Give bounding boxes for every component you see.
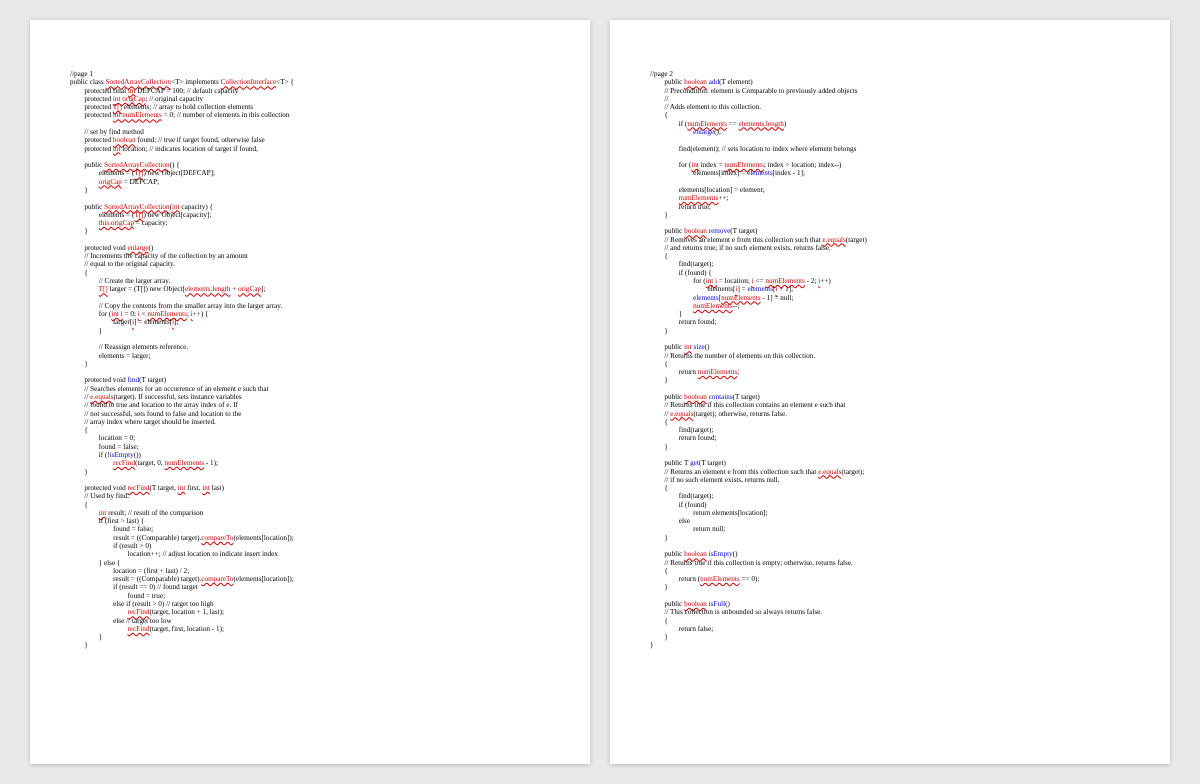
page-2-code: public boolean add(T element) // Precond… bbox=[650, 78, 1130, 649]
document-page-1: //page 1 public class SortedArrayCollect… bbox=[30, 20, 590, 764]
document-page-2: //page 2 public boolean add(T element) /… bbox=[610, 20, 1170, 764]
page-1-code: public class SortedArrayCollection<T> im… bbox=[70, 78, 550, 649]
page-1-label: //page 1 bbox=[70, 70, 550, 78]
page-2-label: //page 2 bbox=[650, 70, 1130, 78]
